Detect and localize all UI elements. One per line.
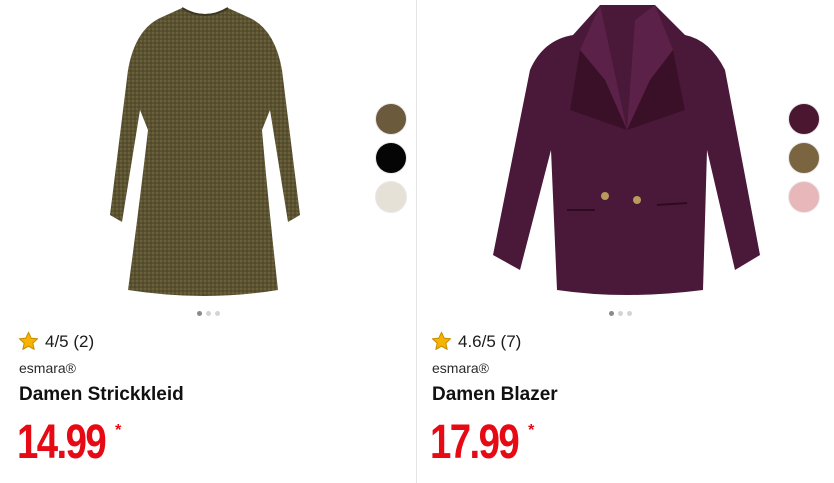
product-card[interactable]: 4.6/5 (7) esmara® Damen Blazer 17.99 * (417, 0, 834, 483)
product-image-area[interactable] (0, 0, 416, 316)
product-price: 17.99 * (430, 418, 534, 468)
carousel-dot[interactable] (206, 311, 211, 316)
color-swatch[interactable] (375, 103, 407, 135)
carousel-dot[interactable] (627, 311, 632, 316)
color-swatch[interactable] (788, 103, 820, 135)
star-icon (18, 331, 39, 350)
carousel-dot[interactable] (215, 311, 220, 316)
carousel-dot[interactable] (618, 311, 623, 316)
brand-label: esmara® (19, 360, 76, 376)
blazer-image[interactable] (485, 0, 765, 300)
price-value: 17.99 (430, 416, 520, 469)
product-card[interactable]: 4/5 (2) esmara® Damen Strickkleid 14.99 … (0, 0, 416, 483)
price-footnote-mark: * (115, 422, 122, 439)
rating[interactable]: 4.6/5 (7) (431, 331, 521, 352)
carousel-dot[interactable] (609, 311, 614, 316)
color-swatch[interactable] (788, 142, 820, 174)
product-title[interactable]: Damen Strickkleid (19, 384, 184, 406)
carousel-dots (609, 311, 632, 316)
price-value: 14.99 (17, 416, 107, 469)
color-swatch[interactable] (788, 181, 820, 213)
rating-text: 4.6/5 (7) (458, 331, 522, 351)
carousel-dots (197, 311, 220, 316)
rating-text: 4/5 (2) (45, 331, 95, 351)
color-swatch[interactable] (375, 142, 407, 174)
color-swatches (788, 103, 820, 213)
product-image-area[interactable] (417, 0, 834, 316)
product-price: 14.99 * (17, 418, 121, 468)
star-icon (431, 331, 452, 350)
knit-dress-image[interactable] (100, 0, 310, 302)
product-title[interactable]: Damen Blazer (432, 384, 558, 406)
color-swatch[interactable] (375, 181, 407, 213)
price-footnote-mark: * (528, 422, 535, 439)
carousel-dot[interactable] (197, 311, 202, 316)
color-swatches (375, 103, 407, 213)
product-grid: 4/5 (2) esmara® Damen Strickkleid 14.99 … (0, 0, 834, 483)
rating[interactable]: 4/5 (2) (18, 331, 94, 352)
brand-label: esmara® (432, 360, 489, 376)
